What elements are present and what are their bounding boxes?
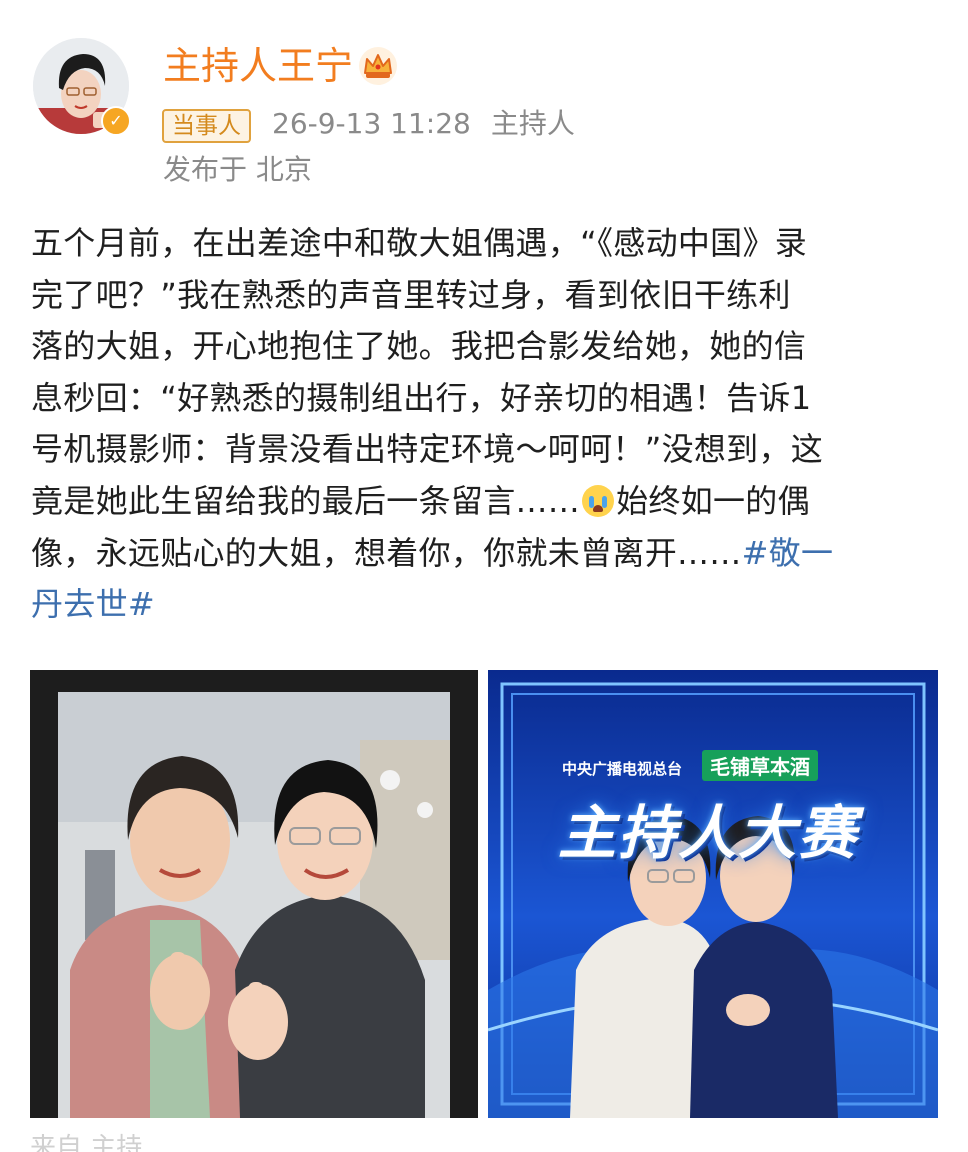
verified-badge-icon: ✓ [101, 106, 131, 136]
post-line: 丹去世# [31, 579, 941, 631]
post-text: 像，永远贴心的大姐，想着你，你就未曾离开…… [31, 533, 742, 572]
post-text: 始终如一的偶 [616, 481, 810, 520]
crying-face-icon [582, 484, 615, 517]
post-line: 像，永远贴心的大姐，想着你，你就未曾离开……#敬一 [31, 528, 941, 580]
post-line: 息秒回：“好熟悉的摄制组出行，好亲切的相遇！告诉1 [31, 378, 812, 417]
author-name[interactable]: 主持人王宁 [163, 40, 353, 92]
post-source[interactable]: 主持人 [491, 107, 575, 140]
post-line: 完了吧？”我在熟悉的声音里转过身，看到依旧干练利 [31, 275, 791, 314]
post-line: 竟是她此生留给我的最后一条留言…… 始终如一的偶 [31, 476, 941, 528]
photo-two-women-hugging[interactable] [30, 670, 478, 1118]
post-body: 五个月前，在出差途中和敬大姐偶遇，“《感动中国》录 完了吧？”我在熟悉的声音里转… [31, 218, 941, 631]
post-line: 号机摄影师：背景没看出特定环境～呵呵！”没想到，这 [31, 430, 824, 469]
post-line: 落的大姐，开心地抱住了她。我把合影发给她，她的信 [31, 327, 807, 366]
crown-icon [359, 47, 397, 85]
post-line: 五个月前，在出差途中和敬大姐偶遇，“《感动中国》录 [31, 224, 808, 262]
photo-stage-host-contest[interactable]: 中央广播电视总台 毛铺草本酒 主持人大赛 [488, 670, 938, 1118]
post-text: 竟是她此生留给我的最后一条留言…… [31, 481, 581, 520]
footer-partial-text: 来自 主持 [30, 1133, 143, 1152]
post-timestamp: 26-9-13 11:28 [272, 107, 471, 140]
post-meta: 26-9-13 11:28 主持人 [272, 104, 575, 144]
hashtag-link[interactable]: 丹去世# [31, 585, 155, 623]
hashtag-link[interactable]: #敬一 [742, 534, 834, 572]
party-badge: 当事人 [162, 109, 251, 143]
post-location: 发布于 北京 [163, 153, 312, 186]
